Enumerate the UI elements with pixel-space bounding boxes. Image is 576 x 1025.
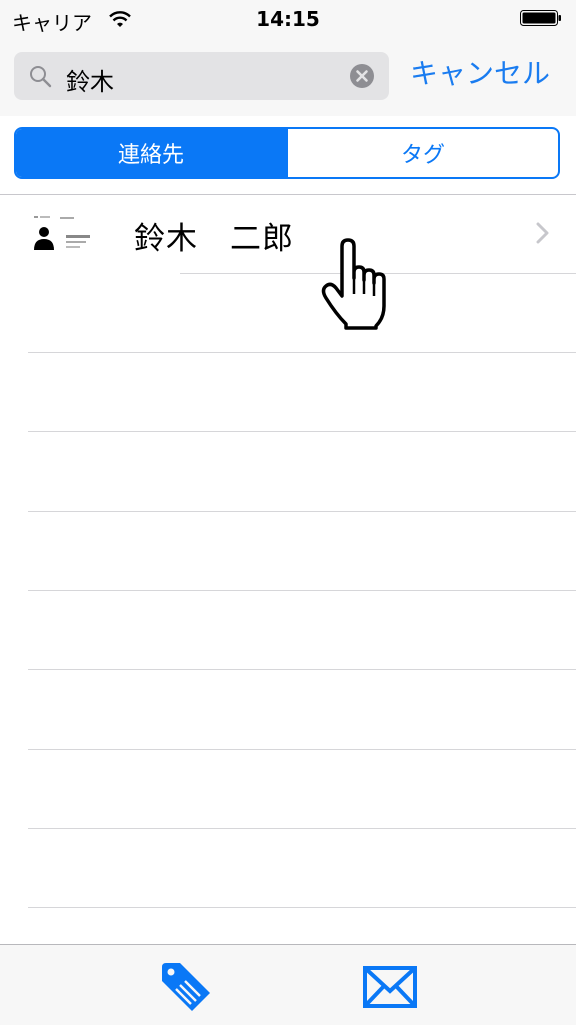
list-item[interactable]: 鈴木 二郎: [0, 195, 576, 273]
row-divider: [28, 907, 576, 908]
row-divider: [28, 749, 576, 750]
row-divider: [28, 431, 576, 432]
tab-bar: [0, 944, 576, 1025]
row-divider: [28, 590, 576, 591]
search-query-text[interactable]: 鈴木: [66, 62, 114, 97]
segment-contacts[interactable]: 連絡先: [16, 129, 286, 177]
clear-icon[interactable]: [349, 63, 375, 89]
row-divider: [28, 352, 576, 353]
battery-icon: [520, 10, 561, 26]
chevron-right-icon: [536, 222, 549, 244]
status-bar: キャリア 14:15: [0, 0, 576, 36]
search-results-list: 鈴木 二郎: [0, 195, 576, 945]
contact-name: 鈴木 二郎: [134, 221, 294, 257]
business-card-avatar-icon: [30, 214, 100, 254]
cancel-button[interactable]: キャンセル: [410, 52, 550, 96]
row-divider: [28, 828, 576, 829]
search-bar: 鈴木 キャンセル: [0, 36, 576, 116]
segment-tags[interactable]: タグ: [286, 129, 558, 177]
search-icon: [30, 66, 52, 88]
row-divider: [28, 669, 576, 670]
status-time: 14:15: [256, 7, 320, 31]
mail-icon[interactable]: [362, 965, 418, 1009]
tag-icon[interactable]: [158, 959, 214, 1015]
row-divider: [28, 511, 576, 512]
scope-segmented-control: 連絡先 タグ: [14, 127, 560, 179]
search-input[interactable]: 鈴木: [14, 52, 389, 100]
pointing-hand-cursor-icon: [321, 238, 386, 330]
